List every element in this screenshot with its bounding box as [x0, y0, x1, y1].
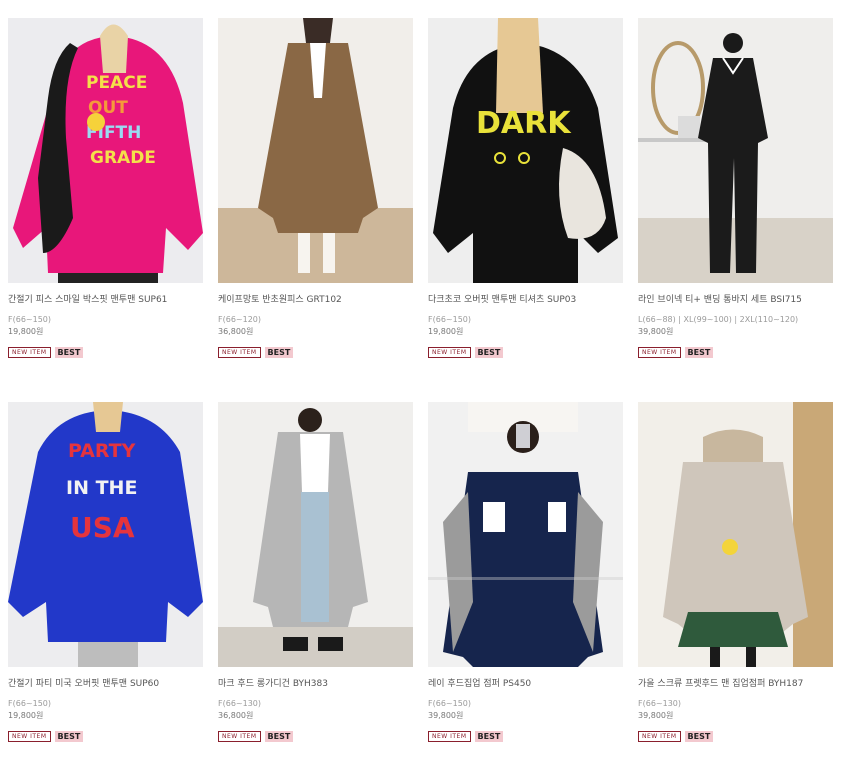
best-badge: BEST	[264, 730, 294, 742]
badge-row: NEW ITEM BEST	[428, 346, 623, 358]
product-photo	[638, 402, 833, 667]
product-price: 36,800원	[218, 327, 254, 336]
product-card[interactable]: 케이프망토 반초원피스 GRT102 F(66~120) 36,800원 NEW…	[218, 18, 413, 358]
product-image[interactable]	[218, 18, 413, 283]
best-badge: BEST	[474, 730, 504, 742]
product-image[interactable]	[638, 18, 833, 283]
product-name[interactable]: 간절기 파티 미국 오버핏 맨투맨 SUP60	[8, 678, 203, 690]
product-price: 19,800원	[8, 327, 44, 336]
best-badge: BEST	[684, 346, 714, 358]
product-image[interactable]	[428, 402, 623, 667]
product-size: L(66~88) | XL(99~100) | 2XL(110~120)	[638, 315, 799, 324]
best-badge: BEST	[684, 730, 714, 742]
badge-row: NEW ITEM BEST	[218, 346, 413, 358]
svg-text:PEACE: PEACE	[86, 73, 147, 93]
best-badge: BEST	[264, 346, 294, 358]
product-photo	[638, 18, 833, 283]
badge-row: NEW ITEM BEST	[8, 346, 203, 358]
product-card[interactable]: PEACE OUT FIFTH GRADE 간절기 피스 스마일 박스핏 맨투맨…	[8, 18, 203, 358]
product-price: 19,800원	[428, 327, 464, 336]
product-photo	[428, 402, 623, 667]
product-card[interactable]: 레이 후드집업 점퍼 PS450 F(66~150) 39,800원 NEW I…	[428, 402, 623, 742]
product-photo: DARK	[428, 18, 623, 283]
svg-text:IN THE: IN THE	[66, 477, 137, 499]
product-card[interactable]: 마크 후드 롱가디건 BYH383 F(66~130) 36,800원 NEW …	[218, 402, 413, 742]
product-image[interactable]	[218, 402, 413, 667]
new-item-badge: NEW ITEM	[8, 346, 51, 358]
svg-text:DARK: DARK	[476, 106, 572, 141]
badge-row: NEW ITEM BEST	[638, 346, 833, 358]
product-grid: PEACE OUT FIFTH GRADE 간절기 피스 스마일 박스핏 맨투맨…	[0, 0, 858, 763]
product-name[interactable]: 레이 후드집업 점퍼 PS450	[428, 678, 623, 690]
product-card[interactable]: 가을 스크류 프렛후드 맨 집업점퍼 BYH187 F(66~130) 39,8…	[638, 402, 833, 742]
product-card[interactable]: DARK 다크초코 오버핏 맨투맨 티셔츠 SUP03 F(66~150) 19…	[428, 18, 623, 358]
product-size: F(66~150)	[8, 315, 51, 324]
product-name[interactable]: 가을 스크류 프렛후드 맨 집업점퍼 BYH187	[638, 678, 833, 690]
product-price: 39,800원	[638, 327, 674, 336]
new-item-badge: NEW ITEM	[428, 346, 471, 358]
badge-row: NEW ITEM BEST	[218, 730, 413, 742]
product-photo: PEACE OUT FIFTH GRADE	[8, 18, 203, 283]
badge-row: NEW ITEM BEST	[638, 730, 833, 742]
badge-row: NEW ITEM BEST	[428, 730, 623, 742]
product-image[interactable]: DARK	[428, 18, 623, 283]
new-item-badge: NEW ITEM	[218, 346, 261, 358]
badge-row: NEW ITEM BEST	[8, 730, 203, 742]
product-card[interactable]: PARTY IN THE USA 간절기 파티 미국 오버핏 맨투맨 SUP60…	[8, 402, 203, 742]
product-name[interactable]: 간절기 피스 스마일 박스핏 맨투맨 SUP61	[8, 294, 203, 306]
product-card[interactable]: 라인 브이넥 티+ 밴딩 통바지 세트 BSI715 L(66~88) | XL…	[638, 18, 833, 358]
product-price: 19,800원	[8, 711, 44, 720]
product-size: F(66~120)	[218, 315, 261, 324]
best-badge: BEST	[474, 346, 504, 358]
new-item-badge: NEW ITEM	[218, 730, 261, 742]
product-photo	[218, 402, 413, 667]
product-image[interactable]: PARTY IN THE USA	[8, 402, 203, 667]
product-price: 39,800원	[638, 711, 674, 720]
product-name[interactable]: 마크 후드 롱가디건 BYH383	[218, 678, 413, 690]
product-name[interactable]: 케이프망토 반초원피스 GRT102	[218, 294, 413, 306]
product-size: F(66~150)	[8, 699, 51, 708]
product-photo	[218, 18, 413, 283]
product-image[interactable]: PEACE OUT FIFTH GRADE	[8, 18, 203, 283]
product-size: F(66~130)	[638, 699, 681, 708]
product-name[interactable]: 라인 브이넥 티+ 밴딩 통바지 세트 BSI715	[638, 294, 833, 306]
best-badge: BEST	[54, 346, 84, 358]
svg-text:USA: USA	[70, 511, 135, 544]
product-price: 39,800원	[428, 711, 464, 720]
product-image[interactable]	[638, 402, 833, 667]
svg-text:PARTY: PARTY	[68, 440, 136, 462]
product-price: 36,800원	[218, 711, 254, 720]
product-size: F(66~150)	[428, 315, 471, 324]
new-item-badge: NEW ITEM	[638, 346, 681, 358]
svg-text:GRADE: GRADE	[90, 148, 156, 168]
product-size: F(66~130)	[218, 699, 261, 708]
product-size: F(66~150)	[428, 699, 471, 708]
new-item-badge: NEW ITEM	[8, 730, 51, 742]
product-name[interactable]: 다크초코 오버핏 맨투맨 티셔츠 SUP03	[428, 294, 623, 306]
best-badge: BEST	[54, 730, 84, 742]
new-item-badge: NEW ITEM	[428, 730, 471, 742]
new-item-badge: NEW ITEM	[638, 730, 681, 742]
product-photo: PARTY IN THE USA	[8, 402, 203, 667]
